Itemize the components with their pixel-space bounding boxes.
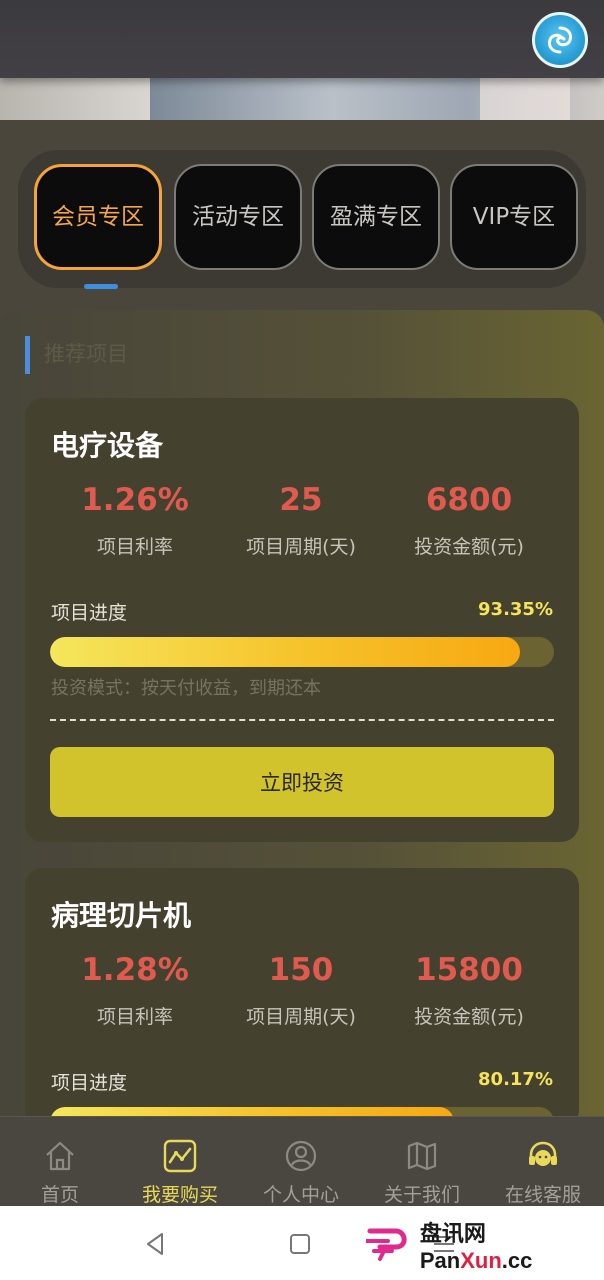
nav-label: 在线客服 (504, 1184, 581, 1206)
nav-buy[interactable]: 我要购买 (120, 1117, 240, 1207)
nav-label: 我要购买 (141, 1184, 218, 1206)
progress-percent: 93.35% (478, 599, 553, 620)
stat-period: 25 项目周期(天) (211, 482, 391, 559)
user-icon (280, 1135, 322, 1176)
home-square-icon[interactable] (286, 1230, 314, 1258)
amount-label: 投资金额(元) (414, 1006, 524, 1028)
amount-value: 6800 (425, 482, 513, 518)
system-nav-bar: 盘讯网 PanXun.cc (0, 1206, 604, 1280)
period-label: 项目周期(天) (246, 536, 356, 558)
home-icon (39, 1135, 81, 1176)
period-label: 项目周期(天) (246, 1006, 356, 1028)
headset-icon (522, 1135, 564, 1176)
tab-activity-zone[interactable]: 活动专区 (174, 164, 302, 270)
bottom-nav: 首页 我要购买 个人中心 关于我们 在线客服 (0, 1116, 604, 1206)
progress-label: 项目进度 (51, 1072, 128, 1094)
zone-tab-bar: 会员专区 活动专区 盈满专区 VIP专区 (18, 150, 586, 288)
watermark-text: 盘讯网 PanXun.cc (419, 1221, 533, 1273)
top-bar (0, 0, 604, 78)
progress-percent: 80.17% (478, 1069, 553, 1090)
panxun-logo-icon (366, 1228, 407, 1261)
tab-label: 活动专区 (192, 203, 284, 230)
back-icon[interactable] (142, 1230, 170, 1258)
stat-period: 150 项目周期(天) (211, 952, 391, 1029)
stat-rate: 1.28% 项目利率 (45, 952, 225, 1029)
app-logo[interactable] (532, 12, 588, 68)
nav-support[interactable]: 在线客服 (483, 1117, 603, 1207)
stat-rate: 1.26% 项目利率 (45, 482, 225, 559)
period-value: 25 (279, 482, 323, 518)
amount-label: 投资金额(元) (414, 536, 524, 558)
banner-image[interactable] (0, 78, 604, 120)
divider (50, 719, 554, 721)
watermark: 盘讯网 PanXun.cc (366, 1220, 604, 1273)
chart-line-icon (159, 1135, 201, 1176)
tab-vip-zone[interactable]: VIP专区 (450, 164, 578, 270)
tab-label: VIP专区 (472, 203, 556, 230)
progress-label: 项目进度 (51, 602, 128, 624)
period-value: 150 (268, 952, 334, 988)
progress-bar (50, 637, 554, 667)
tab-profit-zone[interactable]: 盈满专区 (312, 164, 440, 270)
nav-home[interactable]: 首页 (0, 1117, 120, 1207)
nav-label: 个人中心 (262, 1184, 339, 1206)
swirl-logo-icon (548, 26, 572, 54)
product-card: 电疗设备 1.26% 项目利率 25 项目周期(天) 6800 投资金额(元) … (25, 398, 579, 842)
product-title: 病理切片机 (51, 899, 192, 932)
progress-fill (50, 637, 521, 667)
rate-label: 项目利率 (96, 536, 173, 558)
nav-profile[interactable]: 个人中心 (241, 1117, 361, 1207)
product-title: 电疗设备 (51, 429, 164, 462)
map-icon (401, 1135, 443, 1176)
rate-value: 1.26% (81, 482, 189, 518)
section-accent-bar (25, 336, 30, 374)
tab-member-zone[interactable]: 会员专区 (34, 164, 162, 270)
stat-amount: 6800 投资金额(元) (379, 482, 559, 559)
tab-label: 盈满专区 (330, 203, 422, 230)
section-title: 推荐项目 (44, 342, 128, 366)
nav-label: 关于我们 (383, 1184, 460, 1206)
product-card: 病理切片机 1.28% 项目利率 150 项目周期(天) 15800 投资金额(… (25, 868, 579, 1137)
tab-indicator (84, 284, 118, 289)
amount-value: 15800 (415, 952, 523, 988)
rate-label: 项目利率 (96, 1006, 173, 1028)
rate-value: 1.28% (81, 952, 189, 988)
stat-amount: 15800 投资金额(元) (379, 952, 559, 1029)
nav-label: 首页 (40, 1184, 79, 1206)
investment-mode: 投资模式：按天付收益，到期还本 (51, 678, 321, 699)
tab-label: 会员专区 (52, 203, 144, 230)
nav-about[interactable]: 关于我们 (362, 1117, 482, 1207)
invest-now-button[interactable]: 立即投资 (50, 747, 554, 817)
